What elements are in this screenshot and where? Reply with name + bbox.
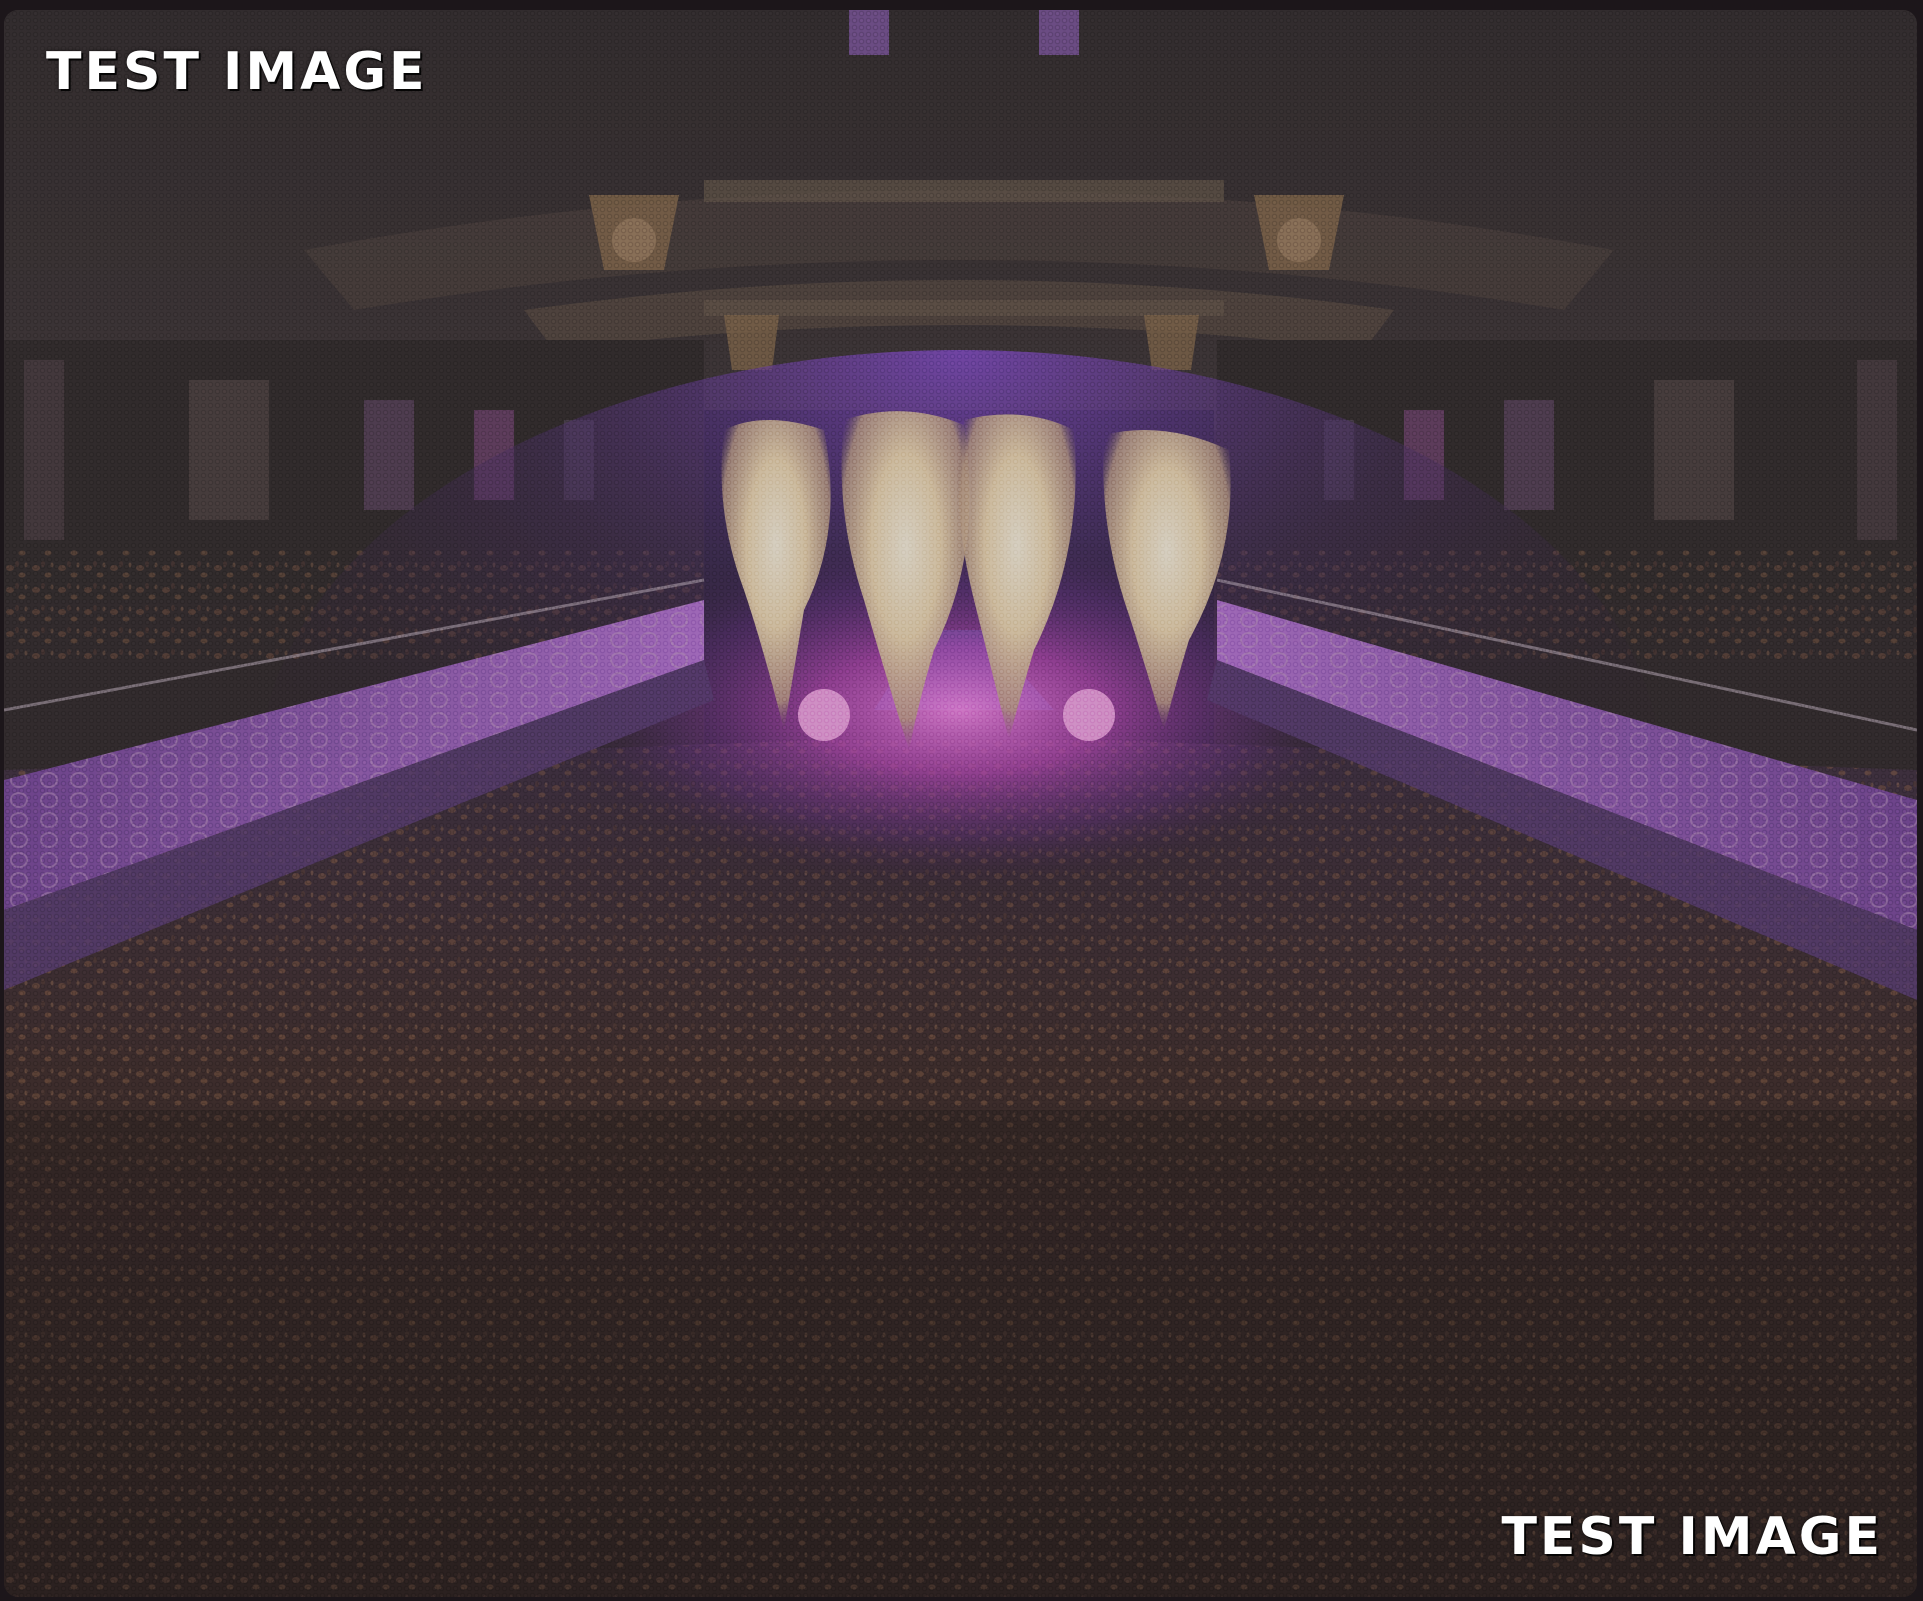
top-light-left [849,10,889,55]
photo [4,10,1917,1597]
concert-scene [4,10,1917,1597]
stage-light-right [1063,689,1115,741]
chandelier-left [589,195,679,270]
ceiling-beam-2 [704,300,1224,316]
top-light-right [1039,10,1079,55]
watermark-label-top: TEST IMAGE [46,42,428,102]
ceiling-beam [704,180,1224,202]
chandelier-center-left [724,315,779,370]
photo-frame: TEST IMAGE TEST IMAGE [0,0,1923,1601]
watermark-label-bottom: TEST IMAGE [1501,1507,1883,1567]
chandelier-right [1254,195,1344,270]
chandelier-center-right [1144,315,1199,370]
stage-light-left [798,689,850,741]
